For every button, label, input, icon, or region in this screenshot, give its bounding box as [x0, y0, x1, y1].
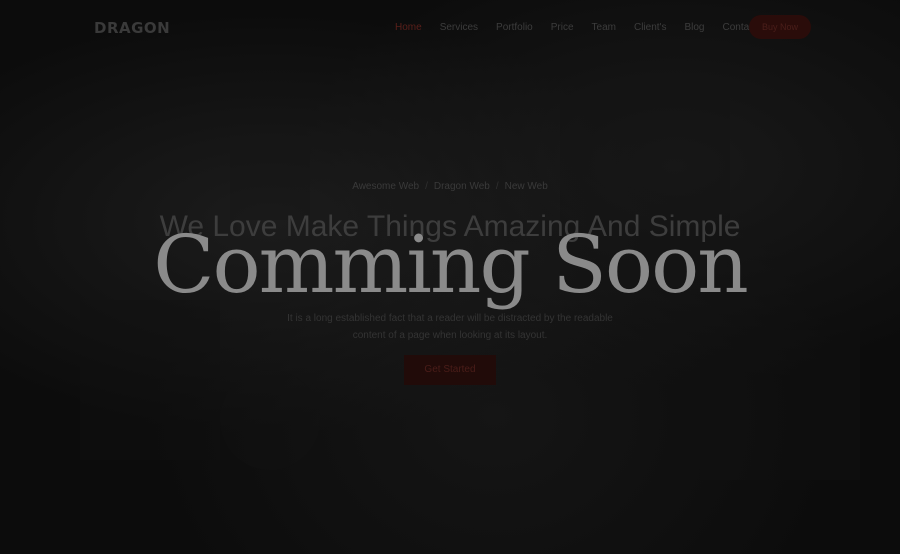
buy-now-button[interactable]: Buy Now — [749, 15, 811, 39]
coming-soon-overlay-text: Comming Soon — [153, 218, 749, 311]
breadcrumb-item: Dragon Web — [433, 181, 490, 192]
nav-item-price[interactable]: Price — [551, 22, 574, 33]
nav-item-portfolio[interactable]: Portfolio — [496, 22, 533, 33]
page: DRAGON Home Services Portfolio Price Tea… — [0, 0, 900, 554]
nav-item-services[interactable]: Services — [440, 22, 478, 33]
nav-item-clients[interactable]: Client's — [634, 22, 666, 33]
breadcrumb-item: Awesome Web — [352, 181, 420, 192]
logo[interactable]: DRAGON — [94, 19, 170, 37]
nav-item-blog[interactable]: Blog — [684, 22, 704, 33]
breadcrumb-separator: / — [495, 181, 499, 192]
breadcrumb-item: New Web — [504, 181, 548, 192]
nav-item-home[interactable]: Home — [395, 22, 422, 33]
main-nav: Home Services Portfolio Price Team Clien… — [395, 22, 775, 33]
get-started-button[interactable]: Get Started — [404, 355, 496, 385]
nav-item-team[interactable]: Team — [592, 22, 616, 33]
site-header: DRAGON Home Services Portfolio Price Tea… — [0, 0, 900, 56]
hero-breadcrumb: Awesome Web / Dragon Web / New Web — [0, 181, 900, 192]
breadcrumb-separator: / — [425, 181, 428, 192]
